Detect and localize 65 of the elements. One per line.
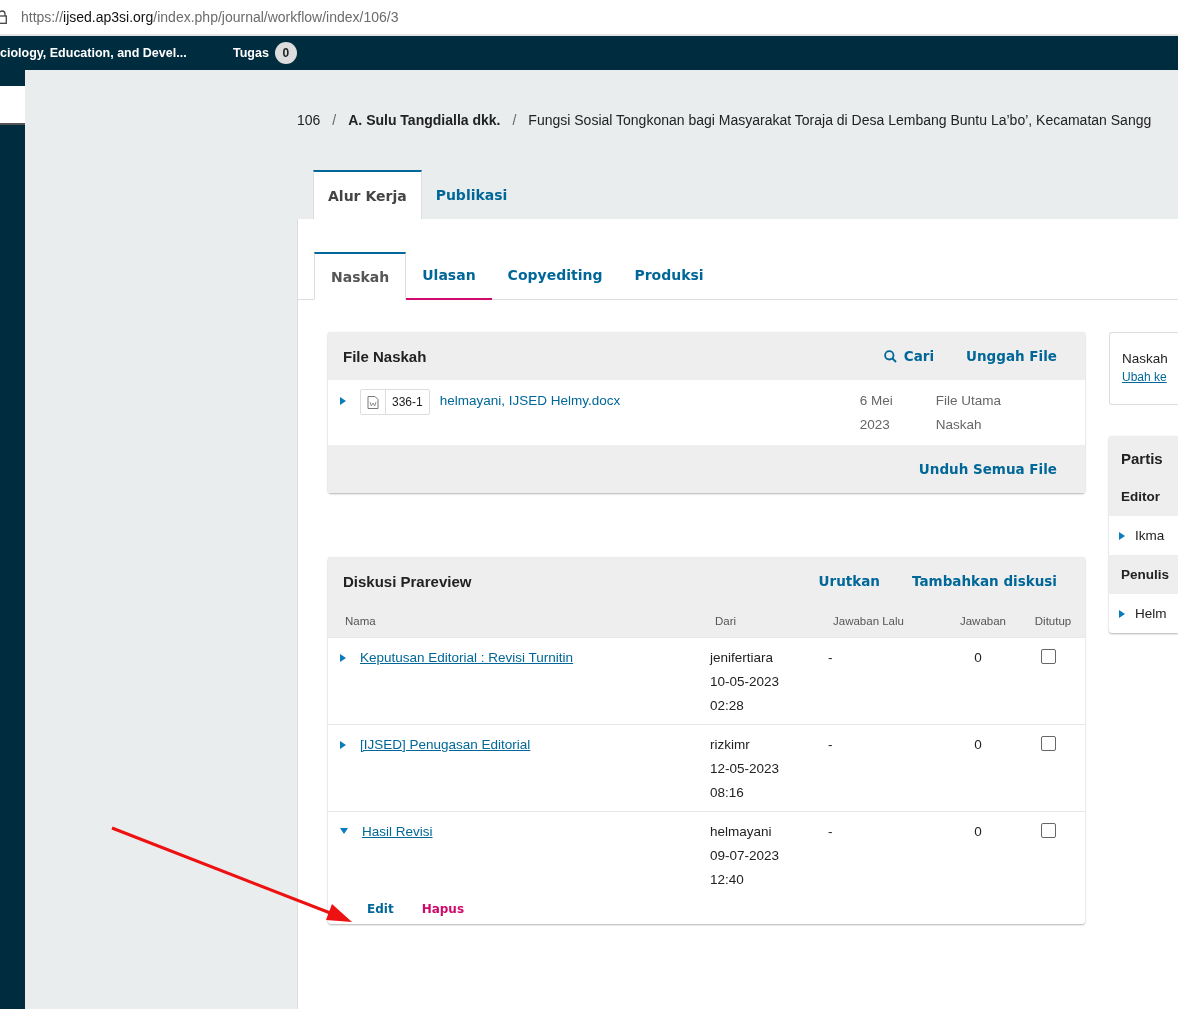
lock-icon	[0, 10, 7, 24]
upload-file-button[interactable]: Unggah File	[966, 348, 1057, 364]
closed-checkbox[interactable]	[1040, 823, 1056, 838]
file-name-link[interactable]: helmayani, IJSED Helmy.docx	[439, 389, 860, 413]
file-id-badge: 336-1	[360, 389, 430, 415]
document-icon	[367, 395, 379, 409]
expand-toggle[interactable]	[1119, 609, 1125, 618]
expand-toggle[interactable]	[340, 654, 346, 662]
participants-title: Partis	[1109, 436, 1178, 477]
reply-count: 0	[973, 649, 983, 667]
journal-title[interactable]: ciology, Education, and Devel...	[0, 46, 233, 60]
panel-title: Diskusi Prareview	[343, 572, 472, 590]
column-header: Jawaban Lalu	[833, 615, 905, 627]
submission-id: 106	[297, 112, 321, 128]
discussion-link[interactable]: Hasil Revisi	[362, 820, 433, 844]
delete-link[interactable]: Hapus	[421, 902, 465, 916]
status-text: Naskah	[1122, 351, 1169, 366]
stage-tab[interactable]: Produksi	[618, 252, 720, 300]
breadcrumb-separator: /	[512, 112, 517, 128]
journal-logo[interactable]	[0, 86, 25, 125]
expand-toggle[interactable]	[340, 828, 348, 834]
column-header: Ditutup	[1033, 615, 1073, 627]
participant-group-label: Penulis	[1109, 555, 1178, 594]
address-bar[interactable]: https://ijsed.ap3si.org/index.php/journal/workflow/index/106/3	[21, 9, 399, 25]
edit-link[interactable]: Edit	[367, 902, 394, 916]
reply-count: 0	[973, 736, 983, 754]
reply-count: 0	[973, 823, 983, 841]
submission-title: Fungsi Sosial Tongkonan bagi Masyarakat Toraja di Desa Lembang Buntu La’bo’, Kecamatan Sangg	[528, 112, 1152, 128]
expand-toggle[interactable]	[1119, 531, 1125, 540]
search-icon	[883, 349, 897, 363]
discussion-link[interactable]: [IJSED] Penugasan Editorial	[360, 733, 531, 757]
last-reply: -	[828, 736, 834, 754]
discussion-author-date: jenifertiara 10-05-2023 02:28	[710, 649, 781, 715]
sort-button[interactable]: Urutkan	[818, 573, 880, 589]
discussion-link[interactable]: Keputusan Editorial : Revisi Turnitin	[360, 646, 574, 670]
panel-title: File Naskah	[343, 347, 427, 365]
tab[interactable]: Alur Kerja	[313, 170, 422, 220]
column-header: Nama	[344, 615, 377, 627]
discussion-author-date: helmayani 09-07-2023 12:40	[710, 823, 781, 889]
file-date: 6 Mei 2023	[859, 392, 894, 434]
closed-checkbox[interactable]	[1040, 736, 1056, 751]
stage-tab[interactable]: Ulasan	[406, 252, 492, 300]
download-all-button[interactable]: Unduh Semua File	[918, 461, 1057, 477]
stage-tab[interactable]: Naskah	[314, 252, 407, 300]
search-button[interactable]: Cari	[883, 348, 935, 364]
discussion-author-date: rizkimr 12-05-2023 08:16	[710, 736, 781, 802]
tasks-count-badge: 0	[274, 42, 297, 64]
expand-toggle[interactable]	[340, 741, 346, 749]
last-reply: -	[828, 823, 834, 841]
submission-authors: A. Sulu Tangdialla dkk.	[348, 112, 501, 128]
participant-name[interactable]: Ikma	[1135, 528, 1165, 543]
column-header: Dari	[715, 615, 738, 627]
tasks-link[interactable]: Tugas	[233, 46, 269, 60]
breadcrumb-separator: /	[332, 112, 337, 128]
tab[interactable]: Publikasi	[421, 170, 522, 220]
column-header: Jawaban	[958, 615, 1007, 627]
file-type: File Utama Naskah	[935, 392, 1001, 434]
participant-group-label: Editor	[1109, 477, 1178, 516]
closed-checkbox[interactable]	[1040, 649, 1056, 664]
add-discussion-button[interactable]: Tambahkan diskusi	[912, 573, 1057, 589]
change-link[interactable]: Ubah ke	[1122, 370, 1178, 384]
last-reply: -	[828, 649, 834, 667]
participant-name[interactable]: Helm	[1135, 606, 1167, 621]
expand-toggle[interactable]	[340, 397, 346, 405]
stage-tab[interactable]: Copyediting	[491, 252, 619, 300]
